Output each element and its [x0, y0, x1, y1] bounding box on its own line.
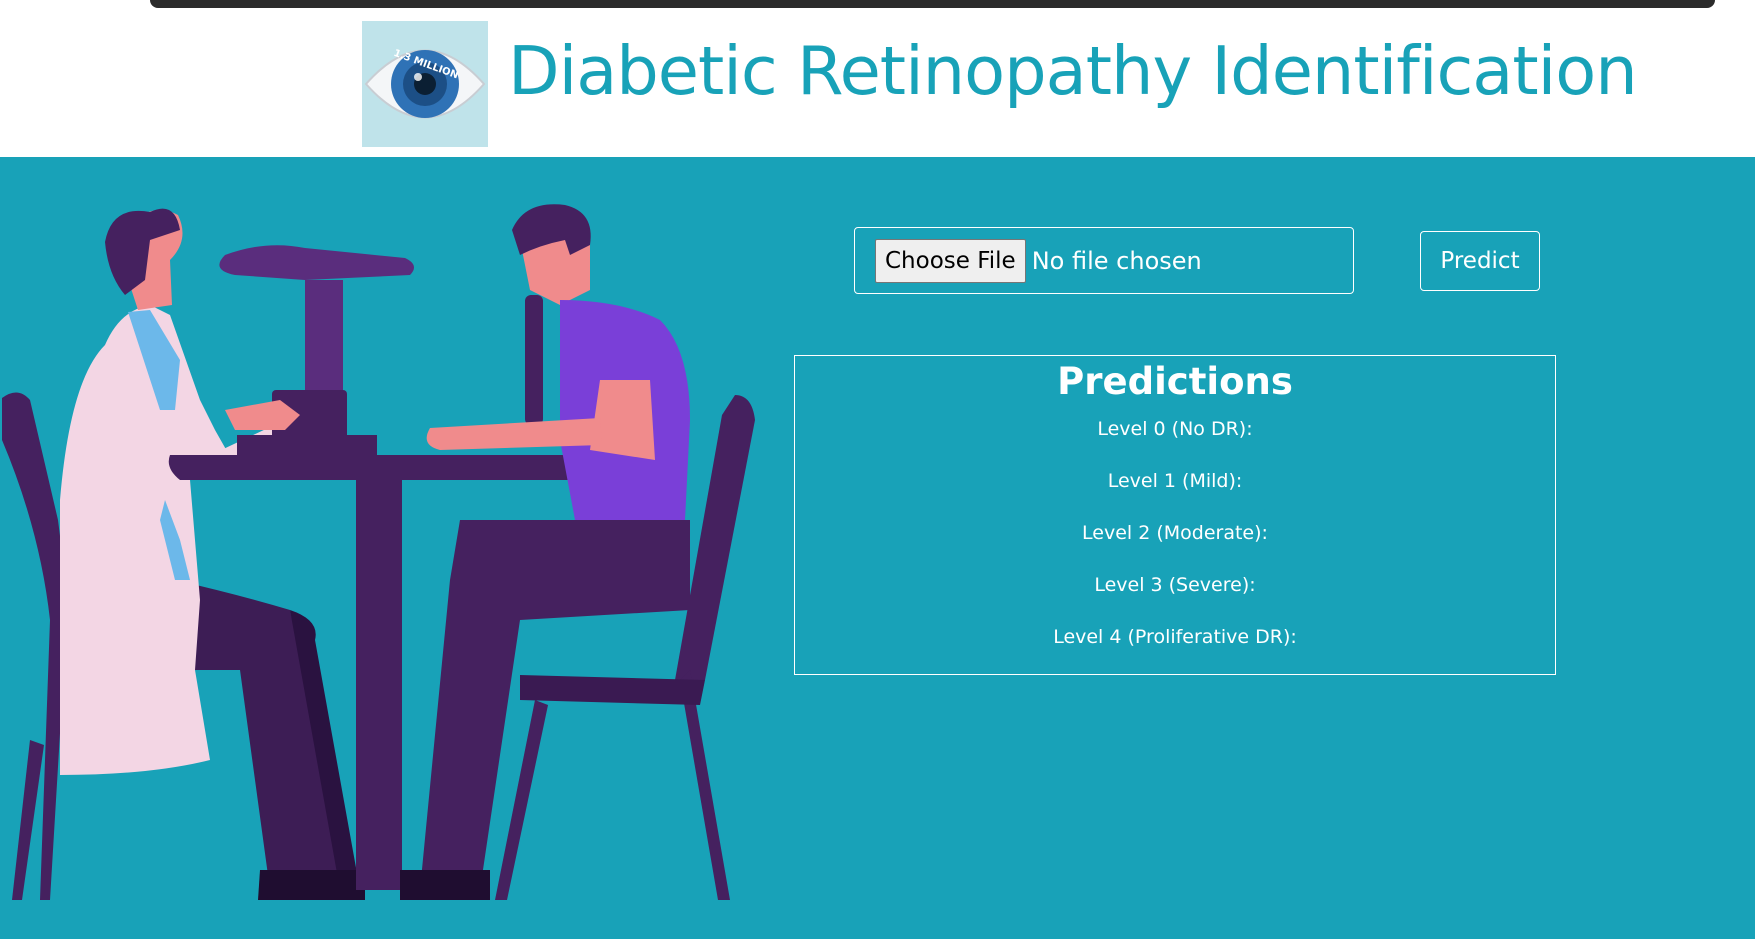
prediction-level-3: Level 3 (Severe):: [1094, 574, 1256, 596]
page-header: 1.3 MILLION Diabetic Retinopathy Identif…: [0, 12, 1755, 157]
browser-top-strip: [0, 0, 1755, 12]
predict-button[interactable]: Predict: [1420, 231, 1540, 291]
file-upload-input[interactable]: Choose File No file chosen: [854, 227, 1354, 294]
prediction-level-0: Level 0 (No DR):: [1097, 418, 1253, 440]
eye-exam-illustration: [2, 204, 755, 900]
predictions-panel: Predictions Level 0 (No DR): Level 1 (Mi…: [794, 355, 1556, 675]
file-status-text: No file chosen: [1031, 246, 1202, 275]
prediction-level-1: Level 1 (Mild):: [1107, 470, 1243, 492]
browser-top-bar: [150, 0, 1715, 8]
eye-logo-icon: 1.3 MILLION: [362, 21, 488, 147]
choose-file-button[interactable]: Choose File: [875, 238, 1026, 283]
prediction-level-4: Level 4 (Proliferative DR):: [1053, 626, 1297, 648]
page-title: Diabetic Retinopathy Identification: [508, 32, 1638, 110]
prediction-level-2: Level 2 (Moderate):: [1082, 522, 1268, 544]
predictions-heading: Predictions: [1057, 360, 1293, 403]
